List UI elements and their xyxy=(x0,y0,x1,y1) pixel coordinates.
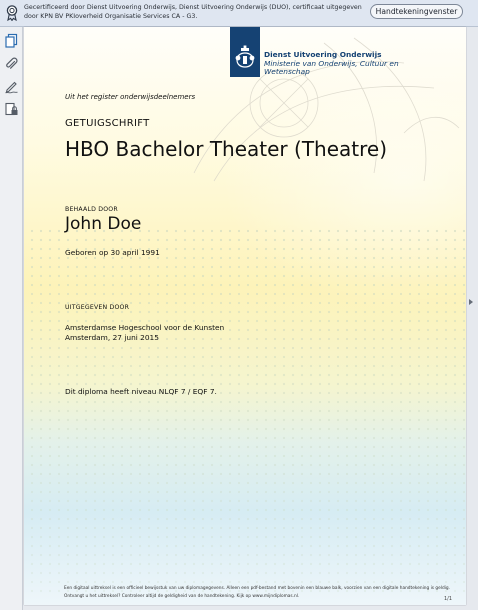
lock-document-icon xyxy=(5,102,18,116)
expand-pane-arrow-icon[interactable] xyxy=(469,299,473,305)
issued-by-label: UITGEGEVEN DOOR xyxy=(65,304,130,311)
issuer-ministry-cont: Wetenschap xyxy=(264,67,310,77)
security-dot-pattern xyxy=(30,229,466,593)
page-thumbnails-button[interactable] xyxy=(4,33,19,48)
pages-icon xyxy=(5,33,18,48)
signatures-button[interactable] xyxy=(4,79,19,94)
footer-disclaimer: Een digitaal uittreksel is een officieel… xyxy=(64,585,454,600)
rijksoverheid-logo xyxy=(230,27,260,77)
signature-pen-icon xyxy=(5,81,18,94)
page-indicator: 1/1 xyxy=(444,596,453,602)
right-pane-handle xyxy=(466,27,478,610)
institution-name: Amsterdamse Hogeschool voor de Kunsten xyxy=(65,323,225,332)
navigation-pane xyxy=(0,27,23,610)
footer-line-1: Een digitaal uittreksel is een officieel… xyxy=(64,586,450,591)
qualification-level: Dit diploma heeft niveau NLQF 7 / EQF 7. xyxy=(65,387,217,396)
issuer-name: Dienst Uitvoering Onderwijs Ministerie v… xyxy=(264,50,424,77)
ribbon-certificate-icon xyxy=(6,5,18,22)
signature-panel-button[interactable]: Handtekeningvenster xyxy=(370,4,463,19)
place-date: Amsterdam, 27 juni 2015 xyxy=(65,333,159,342)
birth-date: Geboren op 30 april 1991 xyxy=(65,248,160,257)
holder-label: BEHAALD DOOR xyxy=(65,206,118,213)
document-type: GETUIGSCHRIFT xyxy=(65,118,150,129)
security-button[interactable] xyxy=(4,102,19,117)
signature-banner: Gecertificeerd door Dienst Uitvoering On… xyxy=(0,0,478,27)
holder-name: John Doe xyxy=(65,214,142,234)
degree-title: HBO Bachelor Theater (Theatre) xyxy=(65,137,388,161)
registry-caption: Uit het register onderwijsdeelnemers xyxy=(65,93,196,101)
document-page: Dienst Uitvoering Onderwijs Ministerie v… xyxy=(24,27,466,605)
footer-line-2: Ontvangt u het uittreksel? Controleer al… xyxy=(64,593,300,599)
attachments-button[interactable] xyxy=(4,56,19,71)
paperclip-icon xyxy=(6,57,18,69)
certification-message: Gecertificeerd door Dienst Uitvoering On… xyxy=(24,4,362,20)
